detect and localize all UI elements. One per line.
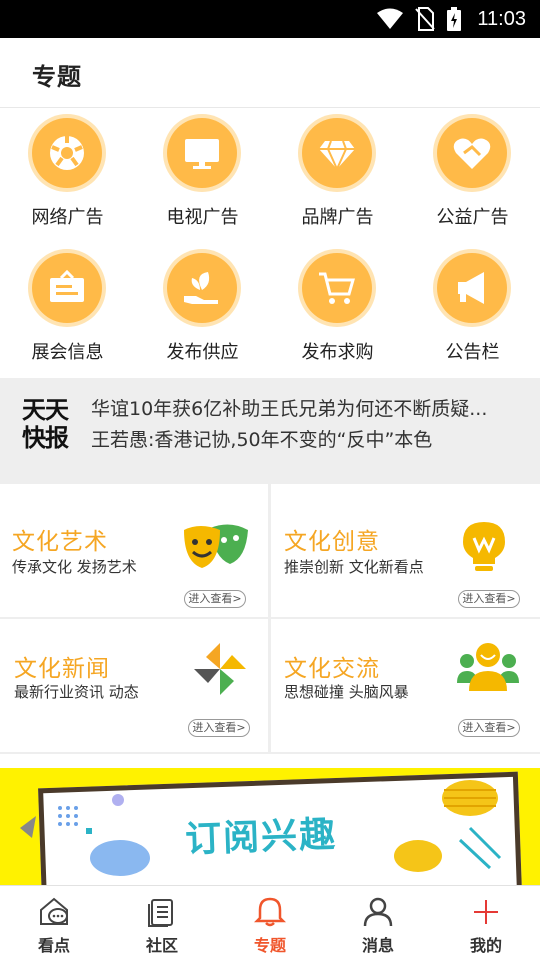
tab-kandian[interactable]: 看点 — [0, 886, 108, 960]
news-headline[interactable]: 华谊10年获6亿补助王氏兄弟为何还不断质疑... — [91, 394, 521, 421]
megaphone-icon — [437, 253, 507, 323]
tv-icon — [167, 118, 237, 188]
card-title: 文化艺术 — [12, 529, 108, 555]
tab-label: 我的 — [469, 936, 502, 955]
category-item-bulletin-board[interactable]: 公告栏 — [405, 243, 540, 373]
tab-special-topics[interactable]: 专题 — [216, 886, 324, 960]
ticker-logo-line2: 快报 — [22, 424, 69, 452]
ball-icon — [32, 118, 102, 188]
page-title: 专题 — [32, 63, 82, 91]
ticker-logo-line1: 天天 — [22, 396, 69, 424]
banner-text: 订阅兴趣 — [184, 814, 338, 861]
people-group-icon — [457, 639, 519, 695]
tab-bar: 看点 社区 专题 消息 我的 — [0, 885, 540, 960]
card-subtitle: 最新行业资讯 动态 — [14, 683, 139, 701]
category-label: 发布供应 — [166, 342, 239, 363]
tab-label: 消息 — [361, 936, 394, 955]
diamond-icon — [302, 118, 372, 188]
category-item-brand-ads[interactable]: 品牌广告 — [270, 108, 405, 238]
tab-label: 看点 — [37, 936, 70, 955]
heart-hands-icon — [437, 118, 507, 188]
culture-grid: 文化艺术 传承文化 发扬艺术 进入查看> 文化创意 推崇创新 文化新看点 进入查… — [0, 482, 540, 754]
news-headline[interactable]: 王若愚:香港记协,50年不变的“反中”本色 — [91, 425, 521, 452]
tab-label: 社区 — [145, 936, 178, 955]
tab-label: 专题 — [253, 936, 286, 955]
document-icon — [148, 899, 173, 927]
view-link[interactable]: 进入查看> — [184, 590, 246, 608]
category-label: 展会信息 — [31, 342, 104, 363]
lightbulb-icon — [461, 520, 507, 576]
category-item-publish-supply[interactable]: 发布供应 — [135, 243, 270, 373]
theater-masks-icon — [180, 520, 252, 576]
plus-icon — [474, 900, 498, 924]
tab-mine[interactable]: 我的 — [432, 886, 540, 960]
category-item-exhibition-info[interactable]: 展会信息 — [0, 243, 135, 373]
chat-house-icon — [40, 897, 68, 925]
wifi-icon — [377, 8, 404, 29]
card-title: 文化创意 — [284, 529, 380, 555]
category-label: 品牌广告 — [301, 207, 374, 228]
status-time: 11:03 — [477, 7, 526, 30]
category-label: 公益广告 — [436, 207, 509, 228]
pinwheel-icon — [194, 643, 246, 699]
category-item-publish-purchase[interactable]: 发布求购 — [270, 243, 405, 373]
person-icon — [363, 897, 393, 927]
card-title: 文化交流 — [284, 656, 380, 682]
culture-card-arts[interactable]: 文化艺术 传承文化 发扬艺术 进入查看> — [0, 484, 268, 617]
view-link[interactable]: 进入查看> — [458, 590, 520, 608]
category-item-online-ads[interactable]: 网络广告 — [0, 108, 135, 238]
subscribe-banner[interactable]: 订阅兴趣 — [0, 768, 540, 885]
header: 专题 — [0, 38, 540, 108]
category-item-tv-ads[interactable]: 电视广告 — [135, 108, 270, 238]
no-sim-icon — [415, 7, 436, 31]
hand-plant-icon — [167, 253, 237, 323]
status-bar: 11:03 — [0, 0, 540, 38]
category-label: 网络广告 — [31, 207, 104, 228]
card-subtitle: 推崇创新 文化新看点 — [284, 558, 424, 576]
culture-card-news[interactable]: 文化新闻 最新行业资讯 动态 进入查看> — [0, 619, 268, 752]
status-icons: 11:03 — [377, 6, 526, 32]
culture-card-creative[interactable]: 文化创意 推崇创新 文化新看点 进入查看> — [271, 484, 540, 617]
tab-messages[interactable]: 消息 — [324, 886, 432, 960]
card-title: 文化新闻 — [14, 656, 110, 682]
ticker-logo: 天天 快报 — [22, 396, 78, 462]
card-subtitle: 思想碰撞 头脑风暴 — [284, 683, 409, 701]
category-grid: 网络广告 电视广告 品牌广告 公益广告 展会信息 发布供应 发布求购 公告栏 — [0, 108, 540, 378]
category-item-public-ads[interactable]: 公益广告 — [405, 108, 540, 238]
news-ticker[interactable]: 天天 快报 华谊10年获6亿补助王氏兄弟为何还不断质疑... 王若愚:香港记协,… — [0, 378, 540, 482]
category-label: 电视广告 — [166, 207, 239, 228]
view-link[interactable]: 进入查看> — [458, 719, 520, 737]
tab-community[interactable]: 社区 — [108, 886, 216, 960]
view-link[interactable]: 进入查看> — [188, 719, 250, 737]
bell-icon — [254, 897, 286, 927]
category-label: 公告栏 — [445, 342, 500, 363]
battery-charging-icon — [447, 7, 462, 31]
cart-icon — [302, 253, 372, 323]
category-label: 发布求购 — [301, 342, 374, 363]
culture-card-exchange[interactable]: 文化交流 思想碰撞 头脑风暴 进入查看> — [271, 619, 540, 752]
sign-board-icon — [32, 253, 102, 323]
card-subtitle: 传承文化 发扬艺术 — [12, 558, 137, 576]
